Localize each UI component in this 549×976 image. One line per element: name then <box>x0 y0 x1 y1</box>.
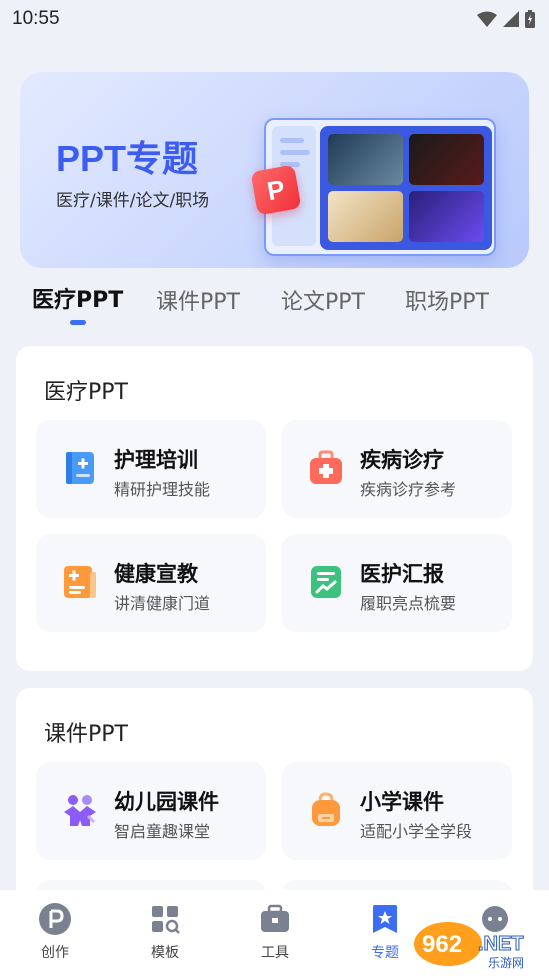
thumbnail-history <box>328 191 403 242</box>
thumbnail-annual-review <box>409 134 484 185</box>
item-title: 疾病诊疗 <box>360 448 444 472</box>
category-tabs: 医疗PPT 课件PPT 论文PPT 职场PPT <box>0 280 549 330</box>
create-icon <box>39 903 71 935</box>
ppt-logo-badge: P <box>250 164 302 216</box>
nav-label: 模板 <box>151 945 179 961</box>
item-title: 幼儿园课件 <box>114 790 219 814</box>
topic-icon <box>373 905 397 933</box>
tab-thesis[interactable]: 论文PPT <box>281 284 365 316</box>
banner-subtitle: 医疗/课件/论文/职场 <box>56 191 210 211</box>
nav-label: 工具 <box>261 945 289 961</box>
item-subtitle: 履职亮点梳要 <box>360 594 457 613</box>
section-title: 课件PPT <box>44 722 128 747</box>
tab-medical[interactable]: 医疗PPT <box>32 282 123 314</box>
kids-icon <box>64 795 96 826</box>
chart-report-icon <box>311 566 341 598</box>
tab-workplace[interactable]: 职场PPT <box>405 284 489 316</box>
banner-illustration <box>264 118 496 256</box>
item-subtitle: 精研护理技能 <box>114 480 211 499</box>
nav-create[interactable]: 创作 <box>15 890 95 976</box>
item-title: 健康宣教 <box>114 562 198 586</box>
wifi-icon <box>477 11 497 27</box>
item-medical-report[interactable]: 医护汇报 履职亮点梳要 <box>282 534 512 632</box>
template-thumbnail-grid <box>320 126 492 250</box>
tab-courseware[interactable]: 课件PPT <box>156 284 240 316</box>
item-title: 护理培训 <box>114 448 198 472</box>
nav-label: 创作 <box>41 945 69 961</box>
toolbox-icon <box>261 904 289 932</box>
item-primary-courseware[interactable]: 小学课件 适配小学全学段 <box>282 762 512 860</box>
notebook-plus-icon <box>66 452 94 484</box>
item-kindergarten-courseware[interactable]: 幼儿园课件 智启童趣课堂 <box>36 762 266 860</box>
nav-tools[interactable]: 工具 <box>235 890 315 976</box>
battery-icon <box>525 10 535 28</box>
item-title: 小学课件 <box>360 790 444 814</box>
item-nursing-training[interactable]: 护理培训 精研护理技能 <box>36 420 266 518</box>
signal-icon <box>503 11 519 27</box>
section-courseware: 课件PPT 幼儿园课件 智启童趣课堂 小学课件 适配小学全学段 <box>16 688 533 918</box>
backpack-icon <box>312 792 340 826</box>
watermark-digits: 962 <box>422 931 462 958</box>
site-watermark: 962 .NET 乐游网 <box>410 920 546 970</box>
item-title: 医护汇报 <box>360 562 444 586</box>
thumbnail-gears <box>328 134 403 185</box>
item-subtitle: 疾病诊疗参考 <box>360 480 457 499</box>
item-health-education[interactable]: 健康宣教 讲清健康门道 <box>36 534 266 632</box>
document-plus-icon <box>64 566 96 598</box>
status-icons <box>477 10 535 28</box>
active-tab-indicator <box>70 320 86 325</box>
medical-kit-icon <box>310 450 342 484</box>
section-title: 医疗PPT <box>44 380 128 405</box>
item-subtitle: 适配小学全学段 <box>360 822 473 841</box>
banner-title: PPT专题 <box>56 138 199 179</box>
item-disease-diagnosis[interactable]: 疾病诊疗 疾病诊疗参考 <box>282 420 512 518</box>
svg-text:.NET: .NET <box>478 933 524 955</box>
svg-text:乐游网: 乐游网 <box>488 956 524 970</box>
item-subtitle: 讲清健康门道 <box>114 594 211 613</box>
nav-label: 专题 <box>371 945 399 961</box>
watermark-logo: 962 .NET 乐游网 <box>414 922 524 970</box>
template-icon <box>152 906 180 934</box>
item-subtitle: 智启童趣课堂 <box>114 822 211 841</box>
status-time: 10:55 <box>12 8 60 29</box>
topic-banner[interactable]: PPT专题 医疗/课件/论文/职场 P <box>20 72 529 268</box>
nav-templates[interactable]: 模板 <box>125 890 205 976</box>
thumbnail-logistics <box>409 191 484 242</box>
section-medical: 医疗PPT 护理培训 精研护理技能 疾病诊疗 疾病诊疗参考 健康宣教 讲清健康门… <box>16 346 533 671</box>
status-bar: 10:55 <box>0 0 549 38</box>
